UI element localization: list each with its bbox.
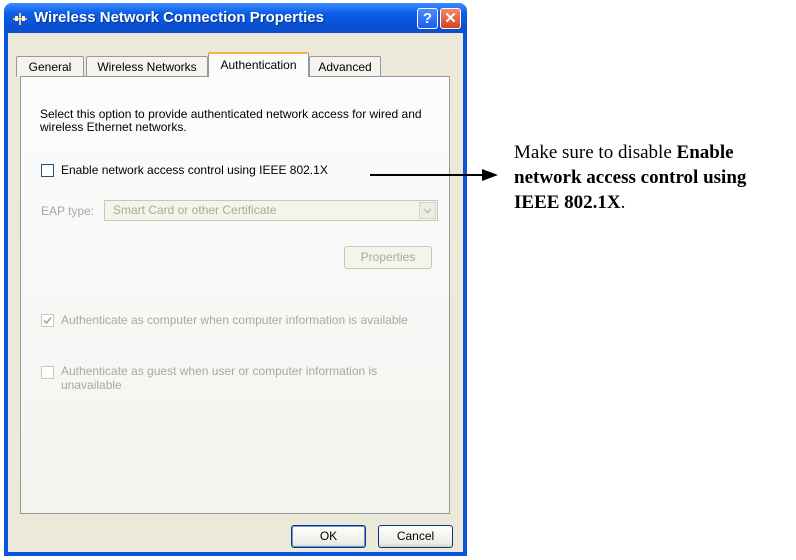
ok-button[interactable]: OK bbox=[291, 525, 366, 548]
auth-guest-label[interactable]: Authenticate as guest when user or compu… bbox=[61, 364, 413, 392]
chevron-down-icon bbox=[423, 208, 432, 214]
dropdown-button[interactable] bbox=[419, 202, 436, 219]
window-title: Wireless Network Connection Properties bbox=[34, 9, 324, 26]
eap-type-select[interactable]: Smart Card or other Certificate bbox=[104, 200, 438, 221]
arrow-right-icon bbox=[370, 169, 498, 181]
authentication-description: Select this option to provide authentica… bbox=[40, 107, 422, 134]
tab-advanced[interactable]: Advanced bbox=[309, 56, 381, 77]
auth-guest-checkbox[interactable] bbox=[41, 366, 54, 379]
close-icon: ✕ bbox=[444, 10, 457, 27]
tab-label: Wireless Networks bbox=[97, 60, 197, 74]
help-button[interactable]: ? bbox=[417, 8, 438, 29]
properties-button[interactable]: Properties bbox=[344, 246, 432, 269]
close-button[interactable]: ✕ bbox=[440, 8, 461, 29]
network-connection-icon bbox=[13, 13, 27, 25]
annotation-suffix: . bbox=[620, 192, 626, 213]
tab-authentication[interactable]: Authentication bbox=[208, 52, 309, 77]
cancel-button-label: Cancel bbox=[396, 529, 435, 543]
help-icon: ? bbox=[422, 10, 433, 27]
ok-button-label: OK bbox=[319, 529, 338, 543]
authentication-panel bbox=[20, 76, 450, 514]
checkmark-icon bbox=[43, 316, 52, 325]
enable-8021x-label[interactable]: Enable network access control using IEEE… bbox=[61, 163, 328, 177]
properties-button-label: Properties bbox=[360, 250, 416, 264]
tab-label: General bbox=[28, 60, 72, 74]
tab-label: Advanced bbox=[318, 60, 372, 74]
cancel-button[interactable]: Cancel bbox=[378, 525, 453, 548]
eap-type-label: EAP type: bbox=[41, 204, 95, 218]
eap-type-value: Smart Card or other Certificate bbox=[113, 203, 277, 217]
title-bar[interactable]: Wireless Network Connection Properties ?… bbox=[4, 3, 467, 33]
auth-computer-checkbox[interactable] bbox=[41, 314, 54, 327]
tab-label: Authentication bbox=[220, 58, 297, 72]
annotation-prefix: Make sure to disable bbox=[514, 142, 677, 163]
annotation-note: Make sure to disable Enable network acce… bbox=[514, 140, 796, 215]
tab-wireless-networks[interactable]: Wireless Networks bbox=[86, 56, 208, 77]
tab-general[interactable]: General bbox=[16, 56, 84, 77]
auth-computer-label[interactable]: Authenticate as computer when computer i… bbox=[61, 313, 408, 327]
enable-8021x-checkbox[interactable] bbox=[41, 164, 54, 177]
